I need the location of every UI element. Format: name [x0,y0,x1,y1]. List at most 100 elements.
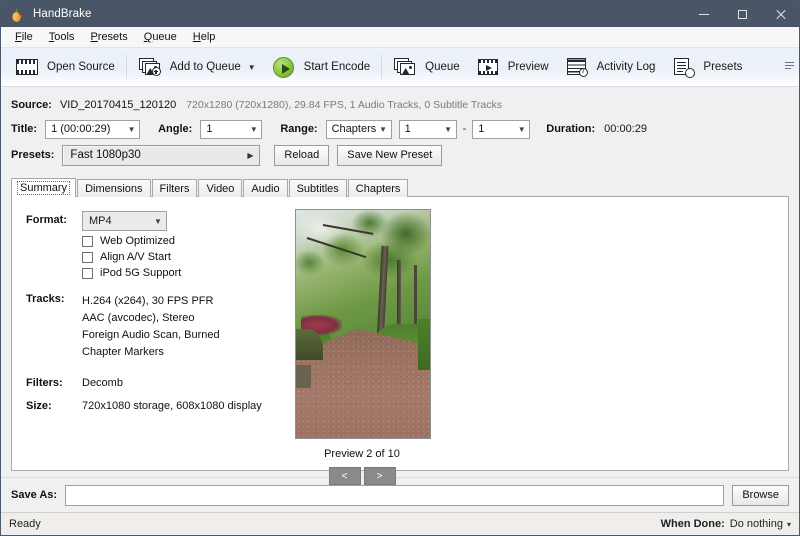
status-text: Ready [9,518,41,530]
summary-panel: Format: MP4 ▼ Web Optimized Align A/V St… [11,196,789,471]
browse-button[interactable]: Browse [732,485,789,506]
when-done-value[interactable]: Do nothing [730,518,783,530]
tab-subtitles[interactable]: Subtitles [289,179,347,197]
tab-video[interactable]: Video [198,179,242,197]
add-to-queue-label: Add to Queue [170,61,241,73]
preset-select-value: Fast 1080p30 [70,149,241,161]
menu-help[interactable]: Help [185,29,224,45]
presets-row: Presets: Fast 1080p30 ▶ Reload Save New … [1,141,799,169]
source-area: Source: VID_20170415_120120 720x1280 (72… [1,87,799,169]
format-select[interactable]: MP4 ▼ [82,211,167,231]
tab-summary[interactable]: Summary [11,178,76,197]
start-encode-label: Start Encode [304,61,370,73]
chevron-down-icon: ▼ [124,120,139,139]
presets-toolbar-label: Presets [703,61,742,73]
toolbar-overflow-icon[interactable] [785,62,794,73]
duration-label: Duration: [546,123,595,135]
chevron-down-icon: ▼ [376,120,391,139]
format-label: Format: [26,211,82,231]
reload-button[interactable]: Reload [274,145,329,166]
add-image-icon [138,56,162,78]
range-end-select[interactable]: 1 ▼ [472,120,530,139]
menu-queue-rest: ueue [152,31,176,43]
main-toolbar: Open Source Add to Queue ▼ Start Encode … [1,48,799,87]
tab-audio[interactable]: Audio [243,179,287,197]
spacer [26,279,277,290]
source-label: Source: [11,99,52,111]
save-new-preset-button[interactable]: Save New Preset [337,145,442,166]
menu-help-rest: elp [201,31,216,43]
format-row: Format: MP4 ▼ [26,211,277,231]
title-select-value: 1 (00:00:29) [51,123,124,135]
menu-queue[interactable]: Queue [136,29,185,45]
presets-label: Presets: [11,149,54,161]
range-type-value: Chapters [332,123,376,135]
title-range-row: Title: 1 (00:00:29) ▼ Angle: 1 ▼ Range: … [1,117,799,141]
menu-file-rest: ile [22,31,33,43]
ipod-5g-support-row[interactable]: iPod 5G Support [82,267,277,279]
preview-button[interactable]: Preview [468,50,557,84]
open-source-button[interactable]: Open Source [7,50,123,84]
track-item: Chapter Markers [82,344,220,361]
activity-log-button[interactable]: i Activity Log [557,50,664,84]
tab-chapters[interactable]: Chapters [348,179,409,197]
preview-nav: < > [295,467,429,485]
tab-audio-label: Audio [251,183,279,195]
menu-presets-rest: resets [98,31,128,43]
web-optimized-label: Web Optimized [100,235,175,247]
ipod-5g-support-checkbox[interactable] [82,268,93,279]
start-encode-button[interactable]: Start Encode [264,50,378,84]
preview-caption: Preview 2 of 10 [295,448,429,460]
queue-button[interactable]: Queue [385,50,468,84]
web-optimized-checkbox[interactable] [82,236,93,247]
tab-bar: Summary Dimensions Filters Video Audio S… [1,178,799,197]
menu-bar: File Tools Presets Queue Help [1,27,799,48]
save-as-input[interactable] [65,485,724,506]
presets-toolbar-button[interactable]: Presets [663,50,750,84]
menu-tools[interactable]: Tools [41,29,83,45]
chevron-down-icon: ▼ [441,120,456,139]
handbrake-pineapple-icon [8,6,25,23]
preview-image[interactable] [295,209,431,439]
range-label: Range: [280,123,317,135]
range-start-select[interactable]: 1 ▼ [399,120,457,139]
when-done-group: When Done: Do nothing ▾ [661,518,791,530]
tab-filters[interactable]: Filters [152,179,198,197]
menu-file[interactable]: File [7,29,41,45]
tab-dimensions[interactable]: Dimensions [77,179,150,197]
range-type-select[interactable]: Chapters ▼ [326,120,392,139]
title-select[interactable]: 1 (00:00:29) ▼ [45,120,140,139]
range-start-value: 1 [405,123,441,135]
menu-presets[interactable]: Presets [82,29,135,45]
summary-settings: Format: MP4 ▼ Web Optimized Align A/V St… [12,197,277,470]
play-icon [272,56,296,78]
preset-select[interactable]: Fast 1080p30 ▶ [62,145,260,166]
source-metadata: 720x1280 (720x1280), 29.84 FPS, 1 Audio … [186,99,502,111]
add-to-queue-button[interactable]: Add to Queue ▼ [130,50,264,84]
chevron-down-icon[interactable]: ▾ [787,520,791,529]
preview-path-stone [296,365,311,388]
preview-grass-strip [418,319,430,369]
toolbar-separator-2 [381,55,382,79]
tab-filters-label: Filters [160,183,190,195]
web-optimized-row[interactable]: Web Optimized [82,235,277,247]
angle-label: Angle: [158,123,192,135]
preview-next-button[interactable]: > [364,467,396,485]
ipod-5g-support-label: iPod 5G Support [100,267,181,279]
size-label: Size: [26,397,82,412]
tracks-row: Tracks: H.264 (x264), 30 FPS PFR AAC (av… [26,290,277,361]
status-bar: Ready When Done: Do nothing ▾ [1,512,799,535]
preview-prev-button[interactable]: < [329,467,361,485]
activity-log-label: Activity Log [597,61,656,73]
angle-select[interactable]: 1 ▼ [200,120,262,139]
chevron-down-icon[interactable]: ▼ [248,63,256,72]
align-av-start-row[interactable]: Align A/V Start [82,251,277,263]
range-end-value: 1 [478,123,514,135]
tab-subtitles-label: Subtitles [297,183,339,195]
toolbar-separator [126,55,127,79]
close-button[interactable] [761,1,799,27]
maximize-button[interactable] [723,1,761,27]
minimize-button[interactable] [685,1,723,27]
align-av-start-checkbox[interactable] [82,252,93,263]
chevron-right-icon: ▶ [241,151,259,160]
